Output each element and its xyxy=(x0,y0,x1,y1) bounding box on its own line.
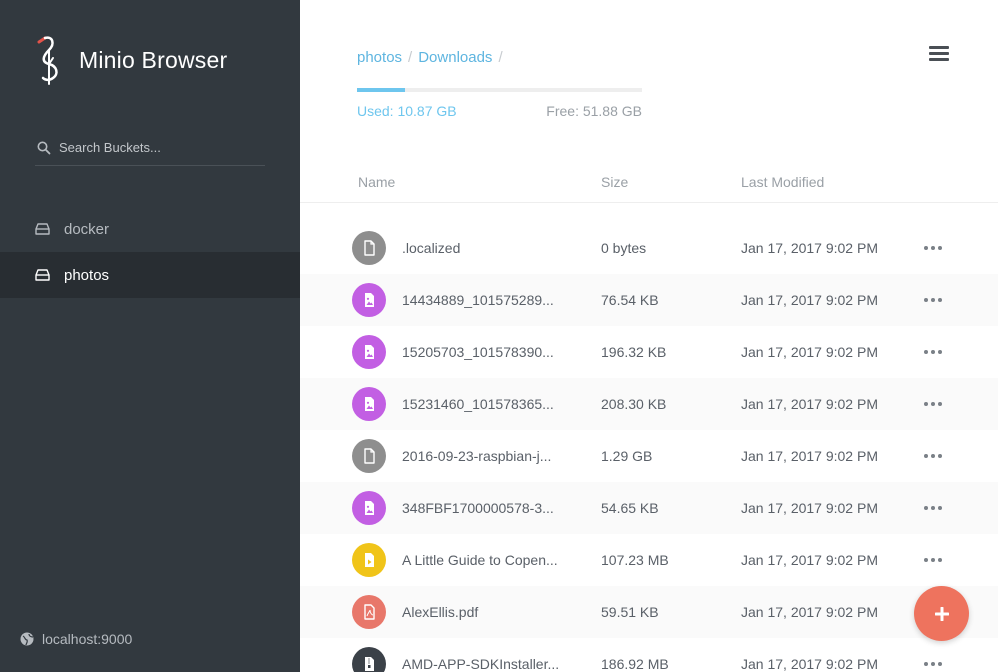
drive-icon xyxy=(35,269,50,281)
file-size: 76.54 KB xyxy=(601,292,659,308)
more-actions-icon[interactable] xyxy=(924,662,945,666)
plus-icon xyxy=(934,606,949,621)
storage-bar xyxy=(357,88,642,92)
heron-logo-icon xyxy=(37,36,58,85)
file-name[interactable]: 2016-09-23-raspbian-j... xyxy=(402,448,551,464)
file-list: .localized 0 bytes Jan 17, 2017 9:02 PM 144… xyxy=(300,222,998,672)
more-actions-icon[interactable] xyxy=(924,298,945,302)
file-row[interactable]: 15231460_101578365... 208.30 KB Jan 17, 20… xyxy=(300,378,998,430)
header-divider xyxy=(300,202,998,203)
file-modified: Jan 17, 2017 9:02 PM xyxy=(741,344,878,360)
hamburger-menu-icon[interactable] xyxy=(929,46,949,64)
storage-free: Free: 51.88 GB xyxy=(546,103,642,119)
breadcrumb-separator: / xyxy=(498,49,503,66)
more-actions-icon[interactable] xyxy=(924,350,945,354)
image-icon xyxy=(352,491,386,525)
file-name[interactable]: 15205703_101578390... xyxy=(402,344,554,360)
file-row[interactable]: A Little Guide to Copen... 107.23 MB Jan 1… xyxy=(300,534,998,586)
file-name[interactable]: 15231460_101578365... xyxy=(402,396,554,412)
storage-used: Used: 10.87 GB xyxy=(357,103,457,119)
file-size: 196.32 KB xyxy=(601,344,667,360)
file-name[interactable]: AMD-APP-SDKInstaller... xyxy=(402,656,559,672)
breadcrumb-item-bucket[interactable]: photos xyxy=(357,49,402,66)
more-actions-icon[interactable] xyxy=(924,246,945,250)
file-name[interactable]: 14434889_101575289... xyxy=(402,292,554,308)
file-name[interactable]: AlexEllis.pdf xyxy=(402,604,478,620)
file-row[interactable]: 14434889_101575289... 76.54 KB Jan 17, 201… xyxy=(300,274,998,326)
bucket-item-photos[interactable]: photos xyxy=(0,252,300,298)
file-modified: Jan 17, 2017 9:02 PM xyxy=(741,448,878,464)
file-modified: Jan 17, 2017 9:02 PM xyxy=(741,604,878,620)
file-row[interactable]: 15205703_101578390... 196.32 KB Jan 17, 20… xyxy=(300,326,998,378)
app-logo[interactable]: Minio Browser xyxy=(33,34,227,86)
image-icon xyxy=(352,283,386,317)
drive-icon xyxy=(35,223,50,235)
host-address: localhost:9000 xyxy=(42,631,133,647)
search-icon xyxy=(37,141,51,154)
breadcrumb: photos / Downloads / xyxy=(357,49,509,66)
file-size: 208.30 KB xyxy=(601,396,667,412)
file-row[interactable]: 2016-09-23-raspbian-j... 1.29 GB Jan 17, 2… xyxy=(300,430,998,482)
bucket-search xyxy=(35,130,265,166)
file-name[interactable]: .localized xyxy=(402,240,460,256)
bucket-item-docker[interactable]: docker xyxy=(0,206,300,252)
file-size: 54.65 KB xyxy=(601,500,659,516)
file-name[interactable]: A Little Guide to Copen... xyxy=(402,552,558,568)
main-panel: photos / Downloads / Used: 10.87 GB Free: 5… xyxy=(300,0,998,672)
file-size: 0 bytes xyxy=(601,240,647,256)
file-icon xyxy=(352,439,386,473)
file-size: 107.23 MB xyxy=(601,552,669,568)
storage-usage: Used: 10.87 GB Free: 51.88 GB xyxy=(357,88,642,119)
file-modified: Jan 17, 2017 9:02 PM xyxy=(741,240,878,256)
image-icon xyxy=(352,335,386,369)
file-size: 1.29 GB xyxy=(601,448,653,464)
column-header-size[interactable]: Size xyxy=(601,174,628,190)
globe-icon xyxy=(20,632,34,646)
archive-icon xyxy=(352,647,386,672)
add-button[interactable] xyxy=(914,586,969,641)
breadcrumb-item-folder[interactable]: Downloads xyxy=(418,49,492,66)
more-actions-icon[interactable] xyxy=(924,558,945,562)
file-icon xyxy=(352,231,386,265)
search-input[interactable] xyxy=(59,140,259,155)
file-modified: Jan 17, 2017 9:02 PM xyxy=(741,396,878,412)
bucket-label: docker xyxy=(64,220,110,238)
file-row[interactable]: .localized 0 bytes Jan 17, 2017 9:02 PM xyxy=(300,222,998,274)
more-actions-icon[interactable] xyxy=(924,454,945,458)
column-header-modified[interactable]: Last Modified xyxy=(741,174,824,190)
file-modified: Jan 17, 2017 9:02 PM xyxy=(741,500,878,516)
video-icon xyxy=(352,543,386,577)
host-info: localhost:9000 xyxy=(20,631,132,647)
file-modified: Jan 17, 2017 9:02 PM xyxy=(741,552,878,568)
more-actions-icon[interactable] xyxy=(924,402,945,406)
file-modified: Jan 17, 2017 9:02 PM xyxy=(741,292,878,308)
sidebar: Minio Browser docker photos xyxy=(0,0,300,672)
file-modified: Jan 17, 2017 9:02 PM xyxy=(741,656,878,672)
file-size: 186.92 MB xyxy=(601,656,669,672)
bucket-list: docker photos xyxy=(0,206,300,298)
breadcrumb-separator: / xyxy=(408,49,413,66)
image-icon xyxy=(352,387,386,421)
column-header-name[interactable]: Name xyxy=(358,174,395,190)
app-title: Minio Browser xyxy=(79,46,228,73)
file-size: 59.51 KB xyxy=(601,604,659,620)
more-actions-icon[interactable] xyxy=(924,506,945,510)
storage-bar-fill xyxy=(357,88,406,92)
file-row[interactable]: AlexEllis.pdf 59.51 KB Jan 17, 2017 9:02 P… xyxy=(300,586,998,638)
bucket-label: photos xyxy=(64,266,110,284)
file-row[interactable]: AMD-APP-SDKInstaller... 186.92 MB Jan 17, … xyxy=(300,638,998,672)
pdf-icon xyxy=(352,595,386,629)
file-name[interactable]: 348FBF1700000578-3... xyxy=(402,500,554,516)
file-row[interactable]: 348FBF1700000578-3... 54.65 KB Jan 17, 201… xyxy=(300,482,998,534)
